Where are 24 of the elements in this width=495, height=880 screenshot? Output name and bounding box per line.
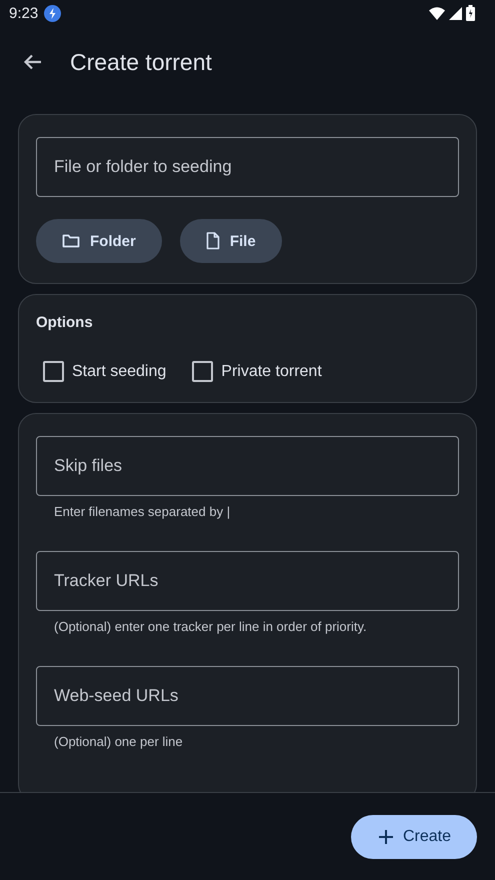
wifi-icon — [429, 6, 445, 20]
battery-icon — [466, 5, 475, 21]
text-field[interactable]: Web-seed URLs — [36, 666, 459, 726]
file-button[interactable]: File — [180, 219, 282, 263]
helper-text: (Optional) one per line — [53, 733, 184, 749]
text-field[interactable]: Skip files — [36, 436, 459, 496]
helper-text: (Optional) enter one tracker per line in order of priority. — [53, 618, 368, 634]
file-icon — [206, 232, 220, 250]
checkbox-label: Private torrent — [221, 362, 322, 380]
create-button[interactable]: Create — [350, 814, 477, 858]
signal-icon — [449, 6, 462, 20]
status-time: 9:23 — [9, 4, 38, 22]
checkbox[interactable] — [192, 361, 214, 382]
folder-button[interactable]: Folder — [36, 219, 162, 263]
screen-title: Create torrent — [70, 48, 212, 76]
checkbox[interactable] — [43, 361, 64, 382]
text-field[interactable]: Tracker URLs — [36, 551, 459, 611]
checkbox-label: Start seeding — [72, 362, 166, 380]
plus-icon — [378, 830, 393, 844]
options-heading: Options — [36, 314, 94, 331]
source-path-field[interactable]: File or folder to seeding — [36, 137, 459, 197]
helper-text: Enter filenames separated by | — [53, 503, 232, 519]
folder-icon — [62, 233, 80, 249]
app-notification-icon — [44, 4, 62, 22]
